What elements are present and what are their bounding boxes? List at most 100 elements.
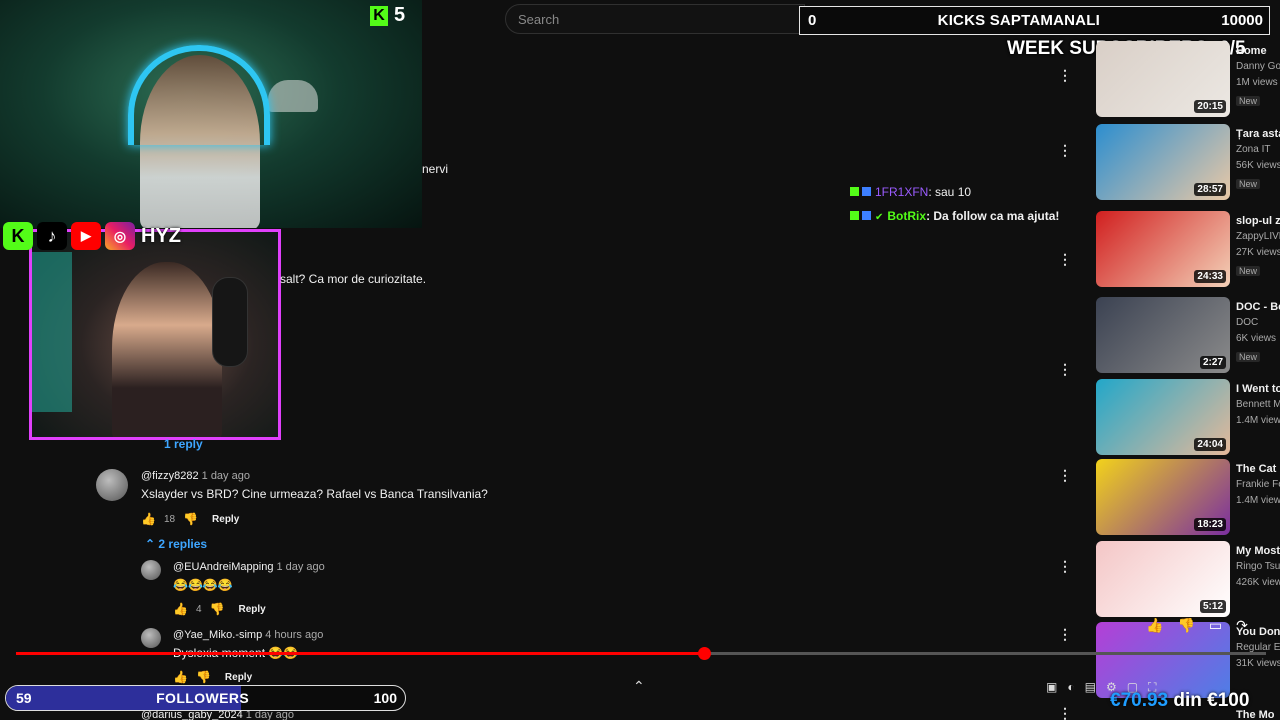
video-duration: 2:27	[1199, 356, 1226, 369]
comment-time: 1 day ago	[276, 561, 325, 573]
chat-user: 1FR1XFN	[875, 185, 929, 199]
kicks-title: KICKS SAPTAMANALI	[937, 12, 1100, 29]
chevron-up-icon[interactable]: ⌃	[633, 678, 645, 695]
more-options-icon[interactable]: ⋮	[1058, 362, 1072, 376]
video-thumbnail[interactable]: 28:57	[1096, 124, 1230, 200]
video-thumbnail[interactable]: 18:23	[1096, 459, 1230, 535]
video-card[interactable]: 2:27 DOC - Bo DOC 6K views New	[1096, 297, 1280, 373]
kick-sub-icon	[850, 187, 859, 196]
video-card[interactable]: 24:33 slop-ul zi "influenc ZappyLIVE 27K vi…	[1096, 211, 1280, 287]
avatar[interactable]	[96, 469, 128, 501]
video-title[interactable]: The Cat Internet:	[1236, 461, 1280, 477]
video-thumbnail[interactable]: 2:27	[1096, 297, 1230, 373]
video-channel: ZappyLIVE	[1236, 231, 1280, 242]
comment-icon[interactable]: ▭	[1209, 617, 1222, 634]
video-title[interactable]: I Went to Arabia...	[1236, 381, 1280, 397]
video-thumbnail[interactable]: 20:15	[1096, 41, 1230, 117]
video-views: 6K views	[1236, 333, 1277, 344]
video-thumbnail[interactable]: 24:04	[1096, 379, 1230, 455]
chat-user: BotRix	[887, 209, 927, 223]
more-options-icon[interactable]: ⋮	[1058, 468, 1072, 482]
chevron-up-icon: ⌃	[145, 537, 159, 551]
one-reply-link[interactable]: 1 reply	[164, 437, 203, 451]
subtitles-icon[interactable]: ▤	[1085, 680, 1096, 695]
chat-message: 1FR1XFN: sau 10	[850, 185, 971, 199]
video-card[interactable]: 5:12 My Most Japanese Ringo Tsu 426K views	[1096, 541, 1280, 617]
like-icon[interactable]: 👍	[1146, 617, 1163, 634]
dislike-icon[interactable]: 👎	[1177, 617, 1194, 634]
kick-logo-icon: K	[3, 222, 33, 250]
search-input[interactable]	[506, 5, 804, 33]
video-title[interactable]: Țara asta [RANT]	[1236, 126, 1280, 142]
more-options-icon[interactable]: ⋮	[1058, 559, 1072, 573]
comment-fragment: salt? Ca mor de curiozitate.	[280, 272, 427, 286]
dislike-icon[interactable]: 👎	[183, 512, 198, 526]
video-card[interactable]: 24:04 I Went to Arabia... Bennett M 1.4M vi…	[1096, 379, 1280, 455]
new-badge: New	[1236, 352, 1261, 362]
comment-fragment: nervi	[422, 162, 449, 176]
more-options-icon[interactable]: ⋮	[1058, 706, 1072, 720]
avatar[interactable]	[141, 628, 161, 648]
comment-author[interactable]: @EUAndreiMapping 1 day ago	[173, 561, 325, 573]
comment-text: 😂😂😂😂	[173, 578, 233, 592]
video-views: 1.4M views	[1236, 415, 1280, 426]
like-icon[interactable]: 👍	[173, 602, 188, 616]
replies-toggle[interactable]: ⌃ 2 replies	[145, 537, 207, 551]
video-info: slop-ul zi "influenc ZappyLIVE 27K views Ne…	[1236, 213, 1280, 279]
video-title[interactable]: slop-ul zi "influenc	[1236, 213, 1280, 229]
like-icon[interactable]: 👍	[141, 512, 156, 526]
social-handle: HYZ	[141, 224, 181, 247]
verified-icon: ✔	[875, 212, 884, 223]
video-title[interactable]: Home	[1236, 43, 1280, 59]
video-progress-bar[interactable]	[16, 647, 1266, 660]
like-icon[interactable]: 👍	[173, 670, 188, 684]
chat-text: : sau 10	[928, 185, 972, 199]
captions-icon[interactable]: ▣	[1046, 680, 1057, 695]
search-box[interactable]	[505, 4, 805, 34]
dislike-icon[interactable]: 👎	[210, 602, 225, 616]
kicks-current: 0	[808, 12, 817, 29]
video-card[interactable]: 28:57 Țara asta [RANT] Zona IT 56K views New	[1096, 124, 1280, 200]
comment-time: 4 hours ago	[265, 629, 324, 641]
more-options-icon[interactable]: ⋮	[1058, 252, 1072, 266]
progress-fill	[16, 652, 704, 655]
tiktok-icon: ♪	[37, 222, 67, 250]
guest-figure	[112, 262, 222, 437]
more-options-icon[interactable]: ⋮	[1058, 627, 1072, 641]
reply-button[interactable]: Reply	[212, 514, 239, 525]
comment-time: 1 day ago	[201, 470, 250, 482]
more-options-icon[interactable]: ⋮	[1058, 143, 1072, 157]
new-badge: New	[1236, 179, 1261, 189]
video-card[interactable]: 18:23 The Cat Internet: Frankie Fe 1.4M vie…	[1096, 459, 1280, 535]
video-info: The Cat Internet: Frankie Fe 1.4M views	[1236, 461, 1280, 509]
video-views: 56K views	[1236, 160, 1280, 171]
comment-text: Xslayder vs BRD? Cine urmeaza? Rafael vs…	[141, 487, 488, 501]
reply-button[interactable]: Reply	[238, 604, 265, 615]
share-icon[interactable]: ↷	[1236, 617, 1248, 634]
video-views: 1M views	[1236, 77, 1278, 88]
reply-button[interactable]: Reply	[225, 672, 252, 683]
video-title[interactable]: My Most Japanese	[1236, 543, 1280, 559]
cam-glow	[32, 252, 72, 412]
video-thumbnail[interactable]: 5:12	[1096, 541, 1230, 617]
avatar[interactable]	[141, 560, 161, 580]
video-duration: 28:57	[1194, 183, 1226, 196]
autoplay-toggle-icon[interactable]: ◐	[1067, 680, 1074, 695]
more-options-icon[interactable]: ⋮	[1058, 68, 1072, 82]
video-duration: 18:23	[1194, 518, 1226, 531]
chat-text: : Da follow ca ma ajuta!	[926, 209, 1060, 223]
video-channel: Zona IT	[1236, 144, 1271, 155]
video-thumbnail[interactable]: 24:33	[1096, 211, 1230, 287]
progress-scrubber[interactable]	[698, 647, 711, 660]
social-icons: K ♪ ▶ ◎ HYZ	[3, 222, 181, 250]
comment-author[interactable]: @Yae_Miko.-simp 4 hours ago	[173, 629, 323, 641]
dislike-icon[interactable]: 👎	[196, 670, 211, 684]
video-views: 1.4M views	[1236, 495, 1280, 506]
followers-goal: 100	[373, 690, 397, 706]
comment-author[interactable]: @fizzy8282 1 day ago	[141, 470, 250, 482]
webcam-top: K 5	[0, 0, 422, 228]
video-channel: Danny Gon	[1236, 61, 1280, 72]
comment-actions: 👍 👎 Reply	[173, 670, 252, 684]
video-title[interactable]: DOC - Bo	[1236, 299, 1280, 315]
video-card[interactable]: 20:15 Home Danny Gon 1M views New	[1096, 41, 1280, 117]
